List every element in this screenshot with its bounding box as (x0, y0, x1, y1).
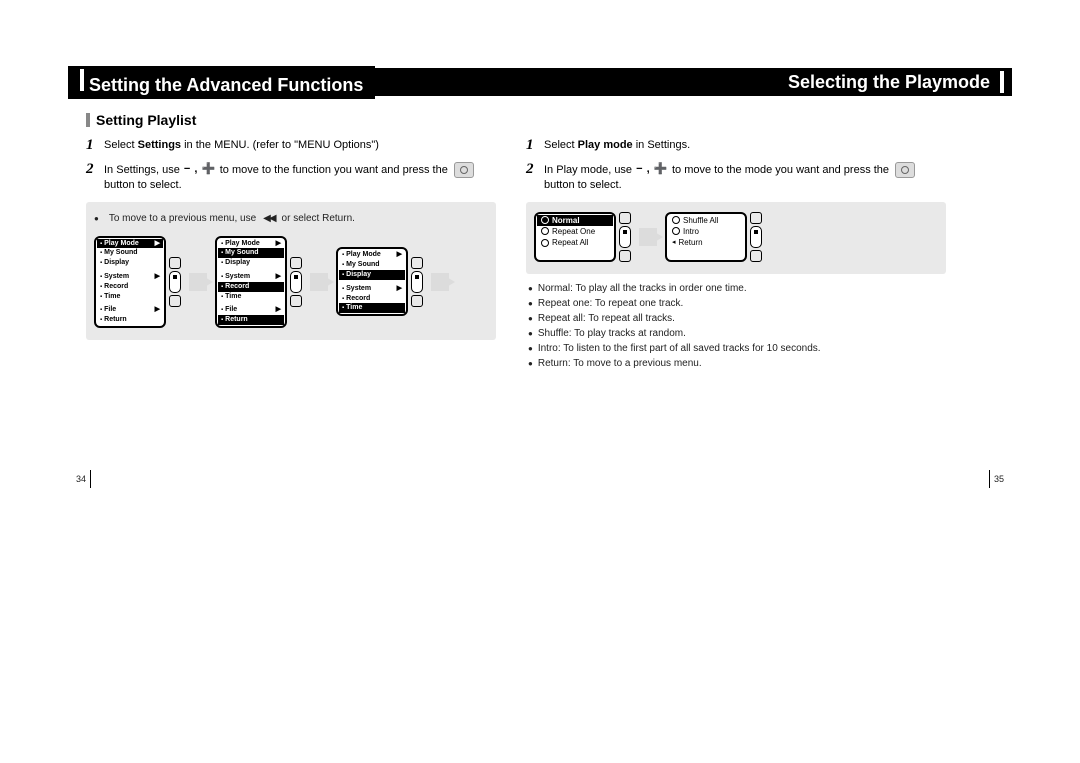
device-screen: ▪Play Mode▶ ▪My Sound ▪Display ▪System▶ … (215, 236, 302, 328)
step-1: 1 Select Settings in the MENU. (refer to… (86, 138, 496, 156)
screen-body: ▪Play Mode▶ ▪My Sound ▪Display ▪System▶ … (215, 236, 287, 328)
section-title-text: Setting Playlist (96, 112, 196, 128)
device-screen: ▪Play Mode▶ ▪My Sound ▪Display ▪System▶ … (336, 247, 423, 316)
step-2-text: In Settings, use − , ➕ to move to the fu… (104, 162, 496, 194)
desc-item: Intro: To listen to the first part of al… (528, 342, 946, 356)
desc-item: Repeat one: To repeat one track. (528, 297, 946, 311)
header-pipe-icon (1000, 71, 1004, 93)
left-illustration-box: To move to a previous menu, use ◀◀ or se… (86, 202, 496, 340)
manual-page: Setting the Advanced Functions Selecting… (0, 0, 1080, 763)
note-line: To move to a previous menu, use ◀◀ or se… (94, 212, 488, 226)
playmode-screens-row: Normal Repeat One Repeat All Shuffle All… (534, 212, 938, 262)
header-right-text: Selecting the Playmode (788, 72, 990, 93)
screen-body: ▪Play Mode▶ ▪My Sound ▪Display ▪System▶ … (336, 247, 408, 316)
screen-body: ▪Play Mode▶ ▪My Sound ▪Display ▪System▶ … (94, 236, 166, 328)
step-number-icon: 2 (526, 159, 538, 180)
step-2: 2 In Play mode, use − , ➕ to move to the… (526, 162, 946, 194)
step-number-icon: 2 (86, 159, 98, 180)
screen-side-buttons (169, 236, 181, 328)
dial-button-icon (454, 162, 474, 178)
page-number-left: 34 (76, 470, 91, 488)
header-pipe-icon (80, 69, 84, 91)
step-2: 2 In Settings, use − , ➕ to move to the … (86, 162, 496, 194)
step-number-icon: 1 (526, 135, 538, 156)
left-column: 1 Select Settings in the MENU. (refer to… (86, 138, 496, 340)
screen-side-buttons (750, 212, 762, 262)
page-number-right: 35 (989, 470, 1004, 488)
screen-body: Shuffle All Intro ◂Return (665, 212, 747, 262)
arrow-right-icon (431, 273, 449, 291)
step-1-text: Select Play mode in Settings. (544, 138, 690, 153)
minus-plus-icon: − , ➕ (635, 162, 669, 177)
section-title: Setting Playlist (86, 112, 196, 128)
arrow-right-icon (189, 273, 207, 291)
playmode-screen: Normal Repeat One Repeat All (534, 212, 631, 262)
screen-side-buttons (290, 236, 302, 328)
playmode-screen: Shuffle All Intro ◂Return (665, 212, 762, 262)
desc-item: Shuffle: To play tracks at random. (528, 327, 946, 341)
screen-side-buttons (411, 247, 423, 316)
desc-item: Normal: To play all the tracks in order … (528, 282, 946, 296)
minus-plus-icon: − , ➕ (183, 162, 217, 177)
section-bar-icon (86, 113, 90, 127)
desc-item: Repeat all: To repeat all tracks. (528, 312, 946, 326)
header-left-title: Setting the Advanced Functions (68, 66, 375, 99)
step-2-text: In Play mode, use − , ➕ to move to the m… (544, 162, 946, 194)
header-right-title: Selecting the Playmode (780, 68, 1012, 96)
arrow-right-icon (639, 228, 657, 246)
screen-side-buttons (619, 212, 631, 262)
step-1-text: Select Settings in the MENU. (refer to "… (104, 138, 379, 153)
right-column: 1 Select Play mode in Settings. 2 In Pla… (526, 138, 946, 372)
header-left-text: Setting the Advanced Functions (89, 75, 363, 95)
device-screen: ▪Play Mode▶ ▪My Sound ▪Display ▪System▶ … (94, 236, 181, 328)
screen-body: Normal Repeat One Repeat All (534, 212, 616, 262)
right-illustration-box: Normal Repeat One Repeat All Shuffle All… (526, 202, 946, 274)
screens-row: ▪Play Mode▶ ▪My Sound ▪Display ▪System▶ … (94, 236, 488, 328)
rewind-icon: ◀◀ (263, 212, 274, 226)
header-bar: Setting the Advanced Functions Selecting… (68, 68, 1012, 96)
playmode-descriptions: Normal: To play all the tracks in order … (526, 282, 946, 371)
dial-button-icon (895, 162, 915, 178)
step-number-icon: 1 (86, 135, 98, 156)
arrow-right-icon (310, 273, 328, 291)
desc-item: Return: To move to a previous menu. (528, 357, 946, 371)
step-1: 1 Select Play mode in Settings. (526, 138, 946, 156)
